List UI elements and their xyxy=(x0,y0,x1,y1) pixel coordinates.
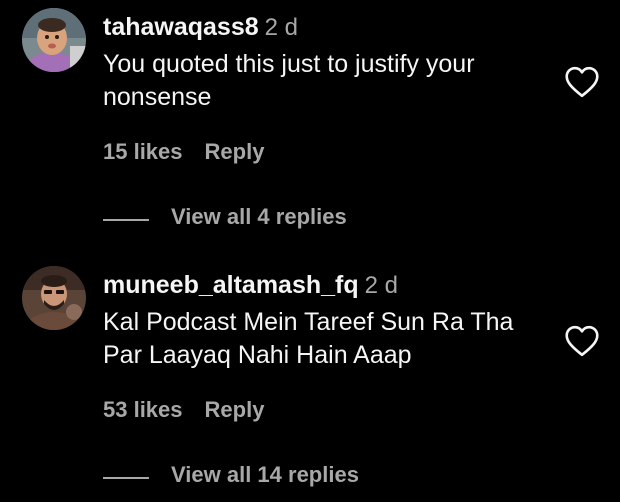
username-link[interactable]: muneeb_altamash_fq xyxy=(103,271,359,299)
reply-button[interactable]: Reply xyxy=(205,139,265,164)
replies-divider xyxy=(103,218,149,221)
comment-actions: 53 likes Reply xyxy=(103,396,264,424)
replies-divider xyxy=(103,476,149,479)
comment-actions: 15 likes Reply xyxy=(103,138,264,166)
view-replies-button[interactable]: View all 14 replies xyxy=(103,460,359,490)
comment-header: tahawaqass8 2 d xyxy=(103,12,298,42)
reply-button[interactable]: Reply xyxy=(205,397,265,422)
view-replies-button[interactable]: View all 4 replies xyxy=(103,202,347,232)
timestamp: 2 d xyxy=(264,14,299,41)
view-replies-label: View all 4 replies xyxy=(171,204,347,229)
avatar[interactable] xyxy=(22,8,86,72)
likes-count[interactable]: 15 likes xyxy=(103,139,183,164)
timestamp: 2 d xyxy=(364,272,399,299)
username-link[interactable]: tahawaqass8 xyxy=(103,13,259,41)
comment-text: Kal Podcast Mein Tareef Sun Ra Tha Par L… xyxy=(103,308,514,369)
comment-text: You quoted this just to justify your non… xyxy=(103,50,475,111)
heart-outline-icon[interactable] xyxy=(564,66,600,98)
comment-header: muneeb_altamash_fq 2 d xyxy=(103,270,398,300)
avatar[interactable] xyxy=(22,266,86,330)
likes-count[interactable]: 53 likes xyxy=(103,397,183,422)
heart-outline-icon[interactable] xyxy=(564,325,600,357)
view-replies-label: View all 14 replies xyxy=(171,462,359,487)
